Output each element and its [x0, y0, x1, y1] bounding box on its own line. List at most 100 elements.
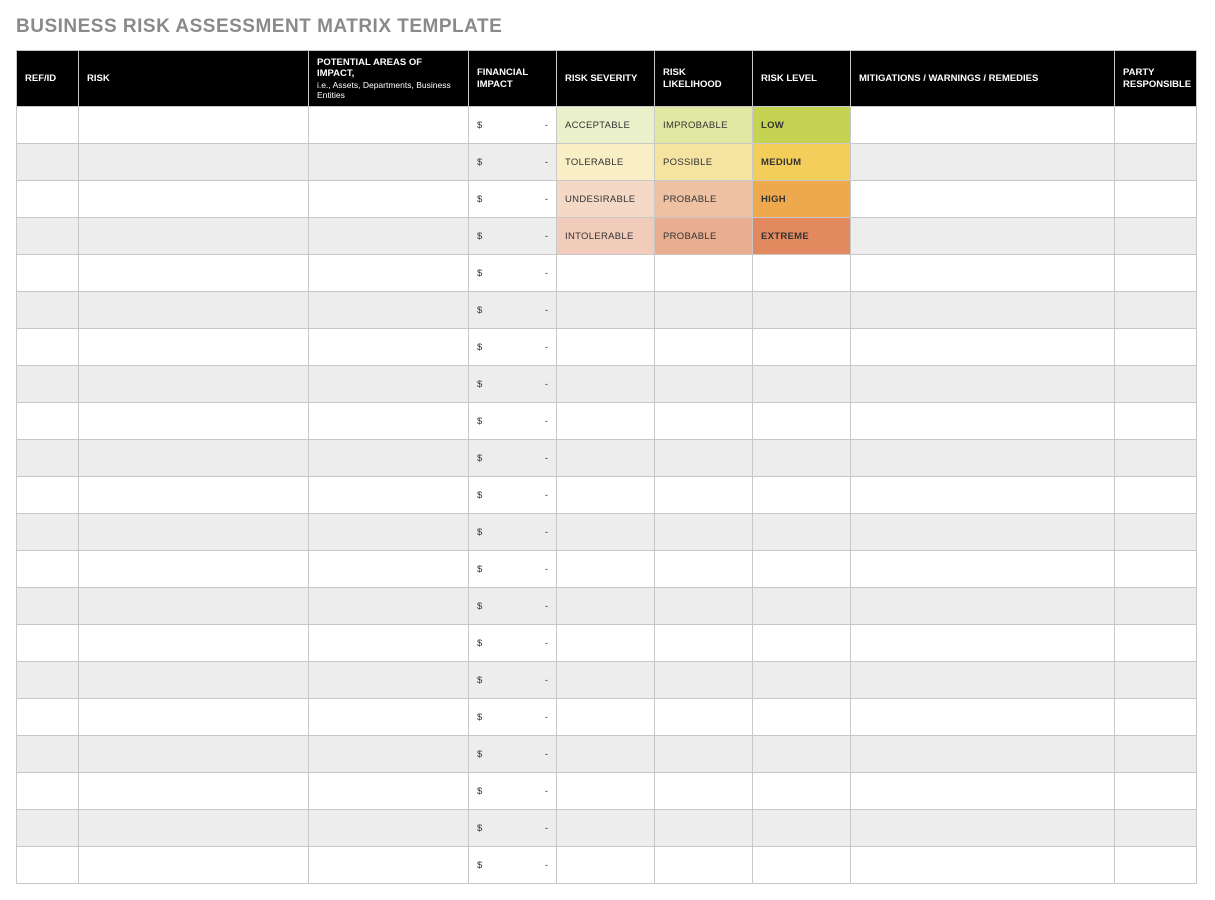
cell-level[interactable] [753, 255, 851, 292]
cell-mitigations[interactable] [851, 810, 1115, 847]
cell-mitigations[interactable] [851, 699, 1115, 736]
cell-impact-areas[interactable] [309, 736, 469, 773]
cell-ref[interactable] [17, 144, 79, 181]
cell-impact-areas[interactable] [309, 625, 469, 662]
cell-ref[interactable] [17, 588, 79, 625]
cell-party[interactable] [1115, 477, 1197, 514]
cell-ref[interactable] [17, 551, 79, 588]
cell-financial[interactable]: $- [469, 329, 557, 366]
cell-severity[interactable] [557, 514, 655, 551]
cell-mitigations[interactable] [851, 366, 1115, 403]
cell-impact-areas[interactable] [309, 181, 469, 218]
cell-severity[interactable] [557, 588, 655, 625]
cell-financial[interactable]: $- [469, 810, 557, 847]
cell-mitigations[interactable] [851, 477, 1115, 514]
cell-likelihood[interactable] [655, 292, 753, 329]
cell-financial[interactable]: $- [469, 736, 557, 773]
cell-mitigations[interactable] [851, 255, 1115, 292]
cell-likelihood[interactable] [655, 403, 753, 440]
cell-financial[interactable]: $- [469, 514, 557, 551]
cell-level[interactable] [753, 366, 851, 403]
cell-party[interactable] [1115, 403, 1197, 440]
cell-mitigations[interactable] [851, 773, 1115, 810]
cell-likelihood[interactable] [655, 810, 753, 847]
cell-risk[interactable] [79, 292, 309, 329]
cell-ref[interactable] [17, 662, 79, 699]
cell-mitigations[interactable] [851, 551, 1115, 588]
cell-level[interactable] [753, 810, 851, 847]
cell-likelihood[interactable] [655, 514, 753, 551]
cell-severity[interactable] [557, 699, 655, 736]
cell-financial[interactable]: $- [469, 477, 557, 514]
cell-party[interactable] [1115, 847, 1197, 884]
cell-risk[interactable] [79, 736, 309, 773]
cell-severity[interactable]: TOLERABLE [557, 144, 655, 181]
cell-impact-areas[interactable] [309, 847, 469, 884]
cell-likelihood[interactable] [655, 847, 753, 884]
cell-severity[interactable] [557, 440, 655, 477]
cell-likelihood[interactable] [655, 773, 753, 810]
cell-ref[interactable] [17, 773, 79, 810]
cell-financial[interactable]: $- [469, 366, 557, 403]
cell-ref[interactable] [17, 514, 79, 551]
cell-party[interactable] [1115, 366, 1197, 403]
cell-party[interactable] [1115, 588, 1197, 625]
cell-severity[interactable] [557, 329, 655, 366]
cell-ref[interactable] [17, 847, 79, 884]
cell-mitigations[interactable] [851, 847, 1115, 884]
cell-likelihood[interactable]: IMPROBABLE [655, 107, 753, 144]
cell-likelihood[interactable] [655, 662, 753, 699]
cell-mitigations[interactable] [851, 181, 1115, 218]
cell-party[interactable] [1115, 181, 1197, 218]
cell-ref[interactable] [17, 810, 79, 847]
cell-mitigations[interactable] [851, 514, 1115, 551]
cell-financial[interactable]: $- [469, 218, 557, 255]
cell-level[interactable] [753, 440, 851, 477]
cell-impact-areas[interactable] [309, 662, 469, 699]
cell-party[interactable] [1115, 551, 1197, 588]
cell-party[interactable] [1115, 662, 1197, 699]
cell-severity[interactable] [557, 477, 655, 514]
cell-ref[interactable] [17, 403, 79, 440]
cell-impact-areas[interactable] [309, 588, 469, 625]
cell-level[interactable]: LOW [753, 107, 851, 144]
cell-severity[interactable] [557, 625, 655, 662]
cell-party[interactable] [1115, 292, 1197, 329]
cell-level[interactable] [753, 588, 851, 625]
cell-financial[interactable]: $- [469, 625, 557, 662]
cell-risk[interactable] [79, 847, 309, 884]
cell-risk[interactable] [79, 181, 309, 218]
cell-likelihood[interactable] [655, 477, 753, 514]
cell-likelihood[interactable] [655, 551, 753, 588]
cell-risk[interactable] [79, 699, 309, 736]
cell-risk[interactable] [79, 403, 309, 440]
cell-level[interactable] [753, 292, 851, 329]
cell-risk[interactable] [79, 551, 309, 588]
cell-ref[interactable] [17, 736, 79, 773]
cell-ref[interactable] [17, 255, 79, 292]
cell-severity[interactable] [557, 810, 655, 847]
cell-severity[interactable] [557, 292, 655, 329]
cell-likelihood[interactable] [655, 440, 753, 477]
cell-mitigations[interactable] [851, 440, 1115, 477]
cell-level[interactable] [753, 329, 851, 366]
cell-ref[interactable] [17, 292, 79, 329]
cell-ref[interactable] [17, 366, 79, 403]
cell-mitigations[interactable] [851, 292, 1115, 329]
cell-ref[interactable] [17, 440, 79, 477]
cell-impact-areas[interactable] [309, 292, 469, 329]
cell-risk[interactable] [79, 514, 309, 551]
cell-financial[interactable]: $- [469, 588, 557, 625]
cell-risk[interactable] [79, 440, 309, 477]
cell-risk[interactable] [79, 625, 309, 662]
cell-likelihood[interactable] [655, 329, 753, 366]
cell-financial[interactable]: $- [469, 292, 557, 329]
cell-severity[interactable] [557, 403, 655, 440]
cell-likelihood[interactable]: POSSIBLE [655, 144, 753, 181]
cell-risk[interactable] [79, 588, 309, 625]
cell-party[interactable] [1115, 144, 1197, 181]
cell-party[interactable] [1115, 699, 1197, 736]
cell-severity[interactable] [557, 773, 655, 810]
cell-impact-areas[interactable] [309, 773, 469, 810]
cell-ref[interactable] [17, 218, 79, 255]
